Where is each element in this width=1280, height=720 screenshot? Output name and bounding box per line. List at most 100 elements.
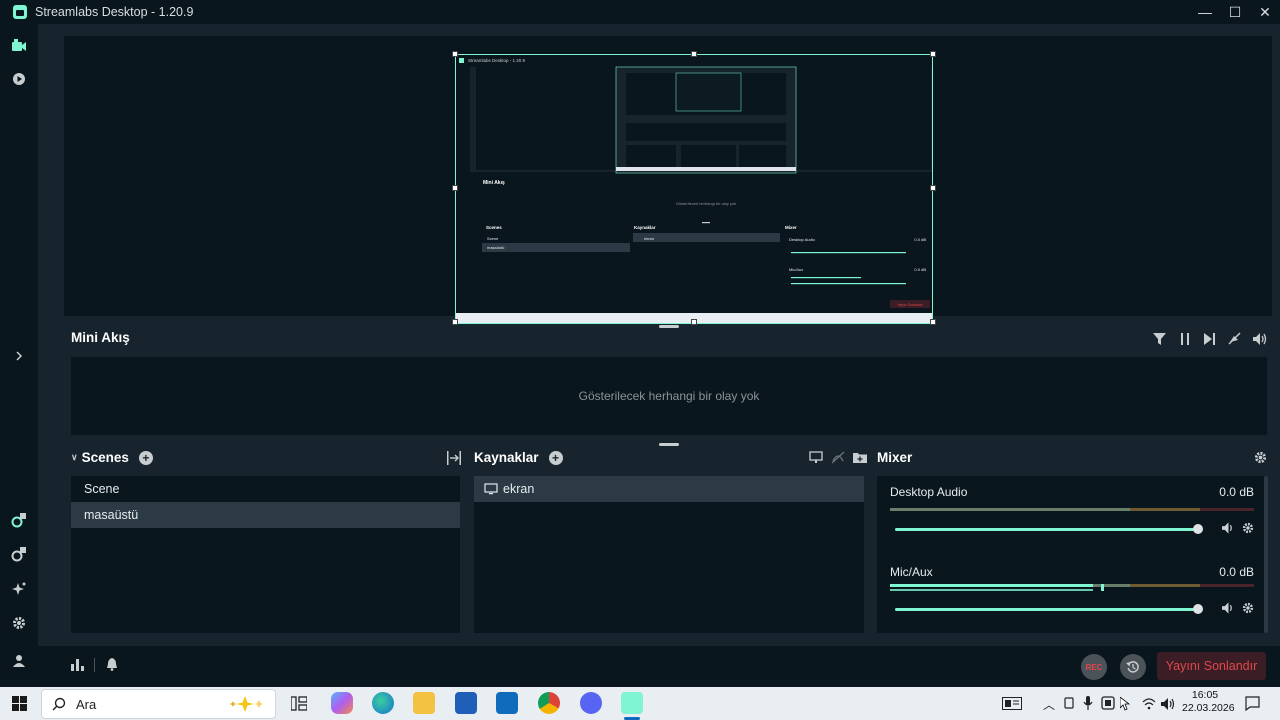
task-view-icon[interactable] bbox=[290, 696, 308, 716]
expand-chevron-icon[interactable] bbox=[10, 347, 28, 365]
channel-settings-icon[interactable] bbox=[1242, 522, 1254, 537]
mixer-scrollbar[interactable] bbox=[1264, 476, 1268, 633]
skip-icon[interactable] bbox=[1201, 330, 1218, 347]
resize-handle[interactable] bbox=[691, 319, 697, 325]
volume-slider-knob[interactable] bbox=[1193, 524, 1203, 534]
nested-db-1: 0.0 dB bbox=[914, 237, 926, 242]
streamlabs-taskbar-icon[interactable] bbox=[621, 692, 643, 714]
add-scene-button[interactable]: + bbox=[138, 450, 153, 465]
mini-feed-title: Mini Akış bbox=[71, 330, 130, 345]
editor-main: Streamlabs Desktop - 1.20.9 Mini Akış Gö… bbox=[38, 24, 1280, 687]
mini-feed-empty: Gösterilecek herhangi bir olay yok bbox=[71, 357, 1267, 435]
tray-app-icon[interactable] bbox=[1101, 696, 1115, 715]
scene-transitions-icon[interactable] bbox=[446, 451, 462, 470]
volume-icon[interactable] bbox=[1251, 330, 1268, 347]
outlook-icon[interactable] bbox=[496, 692, 518, 714]
resize-drag-bar[interactable] bbox=[659, 325, 679, 328]
end-stream-button[interactable]: Yayını Sonlandır bbox=[1157, 652, 1266, 680]
scene-item[interactable]: Scene bbox=[71, 476, 460, 502]
recording-history-icon[interactable] bbox=[10, 70, 28, 88]
resize-drag-bar[interactable] bbox=[659, 443, 679, 446]
sources-header: Kaynaklar + bbox=[474, 450, 563, 465]
level-meter-active bbox=[890, 584, 1093, 587]
mixer-settings-icon[interactable] bbox=[1254, 451, 1267, 469]
resize-handle[interactable] bbox=[452, 51, 458, 57]
selected-source-frame[interactable]: Streamlabs Desktop - 1.20.9 Mini Akış Gö… bbox=[455, 54, 933, 324]
resize-handle[interactable] bbox=[930, 185, 936, 191]
wifi-icon[interactable] bbox=[1142, 697, 1156, 715]
channel-settings-icon[interactable] bbox=[1242, 602, 1254, 617]
editor-footer: REC Yayını Sonlandır bbox=[38, 646, 1280, 687]
user-account-icon[interactable] bbox=[10, 652, 28, 670]
performance-stats-icon[interactable] bbox=[71, 658, 84, 676]
pause-icon[interactable] bbox=[1176, 330, 1193, 347]
notifications-bell-icon[interactable] bbox=[106, 658, 118, 676]
close-button[interactable]: ✕ bbox=[1250, 0, 1280, 24]
audio-source-icon[interactable] bbox=[831, 451, 845, 469]
window-title: Streamlabs Desktop - 1.20.9 bbox=[35, 5, 194, 19]
resize-handle[interactable] bbox=[691, 51, 697, 57]
monitor-icon bbox=[484, 483, 498, 495]
nested-scene-1: Scene bbox=[487, 236, 499, 241]
volume-slider[interactable] bbox=[895, 528, 1198, 531]
add-folder-icon[interactable] bbox=[853, 451, 867, 469]
taskbar-clock[interactable]: 16:05 22.03.2026 bbox=[1182, 689, 1235, 715]
nested-db-2: 0.0 dB bbox=[914, 267, 926, 272]
theme-library-icon[interactable] bbox=[10, 545, 28, 563]
settings-gear-icon[interactable] bbox=[10, 614, 28, 632]
divider bbox=[94, 658, 95, 672]
speaker-icon[interactable] bbox=[1222, 522, 1235, 537]
record-button[interactable]: REC bbox=[1081, 654, 1107, 680]
filter-icon[interactable] bbox=[1151, 330, 1168, 347]
alert-box-icon[interactable] bbox=[10, 511, 28, 529]
volume-slider-knob[interactable] bbox=[1193, 604, 1203, 614]
level-meter-active bbox=[890, 589, 1093, 591]
peak-marker bbox=[1101, 584, 1104, 591]
sources-list: ekran bbox=[474, 476, 864, 633]
widgets-icon[interactable] bbox=[1002, 697, 1022, 715]
chrome-browser-icon[interactable] bbox=[538, 692, 560, 714]
file-explorer-icon[interactable] bbox=[413, 692, 435, 714]
speaker-icon[interactable] bbox=[1222, 602, 1235, 617]
discord-icon[interactable] bbox=[580, 692, 602, 714]
channel-db: 0.0 dB bbox=[1219, 565, 1254, 579]
stream-preview[interactable]: Streamlabs Desktop - 1.20.9 Mini Akış Gö… bbox=[64, 36, 1272, 325]
left-navigation bbox=[0, 24, 38, 687]
collapse-chevron-icon[interactable]: ∨ bbox=[71, 452, 78, 463]
maximize-button[interactable]: ☐ bbox=[1220, 0, 1250, 24]
ai-highlighter-icon[interactable] bbox=[10, 580, 28, 598]
edge-browser-icon[interactable] bbox=[372, 692, 394, 714]
display-source-icon[interactable] bbox=[809, 451, 823, 469]
resize-handle[interactable] bbox=[452, 319, 458, 325]
notification-center-icon[interactable] bbox=[1245, 696, 1260, 716]
tray-device-icon[interactable] bbox=[1063, 697, 1075, 715]
resize-handle[interactable] bbox=[930, 319, 936, 325]
taskbar-search[interactable]: Ara bbox=[41, 689, 276, 719]
source-item[interactable]: ekran bbox=[474, 476, 864, 502]
window-controls: — ☐ ✕ bbox=[1190, 0, 1280, 24]
microsoft-store-icon[interactable] bbox=[455, 692, 477, 714]
nested-empty-text: Gösterilecek herhangi bir olay yok bbox=[676, 201, 736, 206]
copilot-app-icon[interactable] bbox=[331, 692, 353, 714]
nested-screen-capture: Streamlabs Desktop - 1.20.9 Mini Akış Gö… bbox=[456, 55, 932, 323]
speaker-volume-icon[interactable] bbox=[1161, 697, 1175, 715]
resize-handle[interactable] bbox=[452, 185, 458, 191]
scenes-title: Scenes bbox=[81, 450, 129, 465]
editor-camera-icon[interactable] bbox=[10, 37, 28, 55]
volume-meter bbox=[890, 508, 1254, 511]
add-source-button[interactable]: + bbox=[548, 450, 563, 465]
resize-handle[interactable] bbox=[930, 51, 936, 57]
channel-name: Desktop Audio bbox=[890, 485, 968, 499]
replay-buffer-button[interactable] bbox=[1120, 654, 1146, 680]
copilot-sparkle-icon bbox=[227, 695, 267, 718]
windows-start-icon[interactable] bbox=[12, 696, 27, 716]
channel-name: Mic/Aux bbox=[890, 565, 933, 579]
microphone-icon[interactable] bbox=[1083, 696, 1093, 715]
minimize-button[interactable]: — bbox=[1190, 0, 1220, 24]
tray-overflow-chevron-icon[interactable]: ︿ bbox=[1043, 696, 1055, 713]
nested-source-1: ekran bbox=[644, 236, 654, 241]
scene-item-active[interactable]: masaüstü bbox=[71, 502, 460, 528]
mute-alerts-icon[interactable] bbox=[1226, 330, 1243, 347]
title-bar: Streamlabs Desktop - 1.20.9 — ☐ ✕ bbox=[0, 0, 1280, 24]
volume-slider[interactable] bbox=[895, 608, 1198, 611]
